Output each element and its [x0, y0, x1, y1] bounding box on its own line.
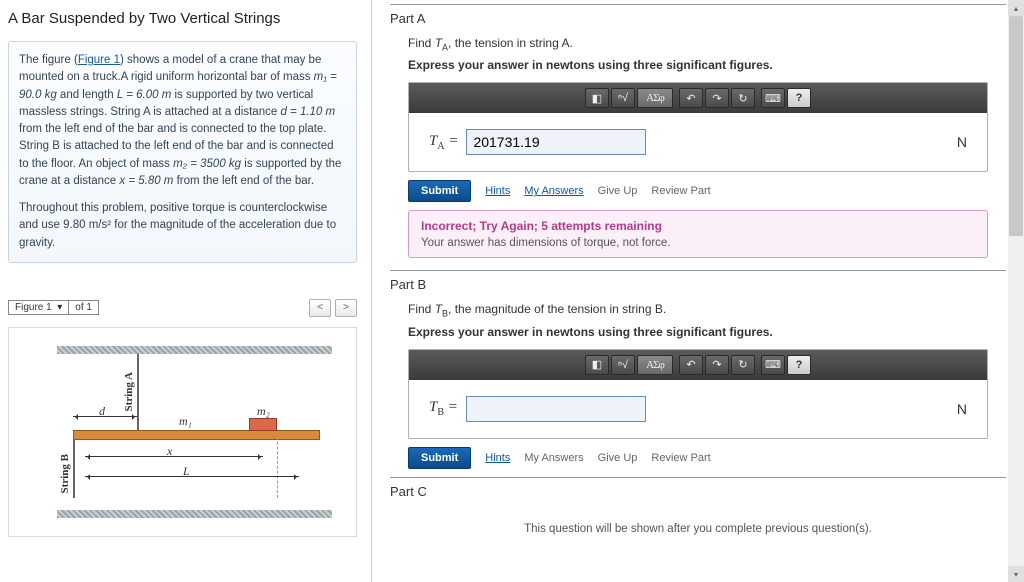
my-answers-link[interactable]: My Answers	[524, 185, 583, 197]
feedback-box: Incorrect; Try Again; 5 attempts remaini…	[408, 210, 988, 258]
problem-description: The figure (Figure 1) shows a model of a…	[8, 41, 357, 263]
label-m1: m₁	[179, 414, 192, 429]
part-b-unit: N	[957, 401, 967, 417]
label-string-a: String A	[123, 372, 135, 411]
hints-link[interactable]: Hints	[485, 452, 510, 464]
my-answers-link-b[interactable]: My Answers	[524, 452, 583, 464]
figure-next-button[interactable]: >	[335, 299, 357, 317]
keyboard-icon[interactable]: ⌨	[761, 355, 785, 375]
part-a-answer-panel: ◧ ⁿ√ ΑΣφ ↶ ↷ ↻ ⌨ ? TA = N	[408, 82, 988, 172]
tool-templates-icon[interactable]: ◧	[585, 355, 609, 375]
part-c-message: This question will be shown after you co…	[390, 509, 1006, 549]
part-a-instruction: Express your answer in newtons using thr…	[408, 58, 1006, 72]
label-d: d	[99, 404, 105, 419]
part-a-unit: N	[957, 134, 967, 150]
review-part-link[interactable]: Review Part	[651, 185, 710, 197]
figure-link[interactable]: Figure 1	[78, 54, 120, 66]
redo-icon[interactable]: ↷	[705, 355, 729, 375]
part-b-instruction: Express your answer in newtons using thr…	[408, 325, 1006, 339]
hints-link[interactable]: Hints	[485, 185, 510, 197]
figure-prev-button[interactable]: <	[309, 299, 331, 317]
reset-icon[interactable]: ↻	[731, 355, 755, 375]
redo-icon[interactable]: ↷	[705, 88, 729, 108]
answer-toolbar: ◧ ⁿ√ ΑΣφ ↶ ↷ ↻ ⌨ ?	[409, 83, 987, 113]
figure-count: of 1	[69, 300, 99, 315]
part-b-answer-input[interactable]	[466, 396, 646, 422]
part-b-prompt: Find TB, the magnitude of the tension in…	[408, 302, 1006, 318]
label-string-b: String B	[59, 454, 71, 493]
part-a-var-label: TA =	[429, 133, 458, 152]
part-c-header: Part C	[390, 477, 1006, 499]
problem-title: A Bar Suspended by Two Vertical Strings	[8, 10, 357, 27]
part-a-prompt: Find TA, the tension in string A.	[408, 36, 1006, 52]
right-panel: Part A Find TA, the tension in string A.…	[372, 0, 1024, 582]
answer-toolbar-b: ◧ ⁿ√ ΑΣφ ↶ ↷ ↻ ⌨ ?	[409, 350, 987, 380]
label-m2: m₂	[257, 404, 270, 419]
reset-icon[interactable]: ↻	[731, 88, 755, 108]
part-a-submit-button[interactable]: Submit	[408, 180, 471, 202]
keyboard-icon[interactable]: ⌨	[761, 88, 785, 108]
figure-toolbar: Figure 1 ▾ of 1 < >	[8, 299, 357, 317]
help-icon[interactable]: ?	[787, 355, 811, 375]
label-x: x	[167, 444, 172, 459]
scroll-down-icon[interactable]: ▾	[1008, 566, 1024, 582]
part-a-header: Part A	[390, 4, 1006, 26]
feedback-head: Incorrect; Try Again; 5 attempts remaini…	[421, 219, 975, 233]
left-panel: A Bar Suspended by Two Vertical Strings …	[0, 0, 372, 582]
part-a-answer-input[interactable]	[466, 129, 646, 155]
undo-icon[interactable]: ↶	[679, 88, 703, 108]
part-b-submit-button[interactable]: Submit	[408, 447, 471, 469]
undo-icon[interactable]: ↶	[679, 355, 703, 375]
figure-image: String A String B m₁ m₂ d x L	[8, 327, 357, 537]
part-b-answer-panel: ◧ ⁿ√ ΑΣφ ↶ ↷ ↻ ⌨ ? TB = N	[408, 349, 988, 439]
scroll-up-icon[interactable]: ▴	[1008, 0, 1024, 16]
label-L: L	[183, 464, 190, 479]
tool-radical-icon[interactable]: ⁿ√	[611, 355, 635, 375]
review-part-link[interactable]: Review Part	[651, 452, 710, 464]
tool-greek-button[interactable]: ΑΣφ	[637, 355, 673, 375]
give-up-link[interactable]: Give Up	[598, 185, 638, 197]
give-up-link[interactable]: Give Up	[598, 452, 638, 464]
figure-selector[interactable]: Figure 1 ▾	[8, 300, 69, 315]
help-icon[interactable]: ?	[787, 88, 811, 108]
part-b-submit-row: Submit Hints My Answers Give Up Review P…	[408, 447, 1006, 469]
part-a-submit-row: Submit Hints My Answers Give Up Review P…	[408, 180, 1006, 202]
feedback-body: Your answer has dimensions of torque, no…	[421, 237, 975, 249]
tool-greek-button[interactable]: ΑΣφ	[637, 88, 673, 108]
part-b-var-label: TB =	[429, 399, 458, 418]
vertical-scrollbar[interactable]: ▴ ▾	[1008, 0, 1024, 582]
part-b-header: Part B	[390, 270, 1006, 292]
scroll-thumb[interactable]	[1009, 16, 1023, 236]
tool-radical-icon[interactable]: ⁿ√	[611, 88, 635, 108]
tool-templates-icon[interactable]: ◧	[585, 88, 609, 108]
